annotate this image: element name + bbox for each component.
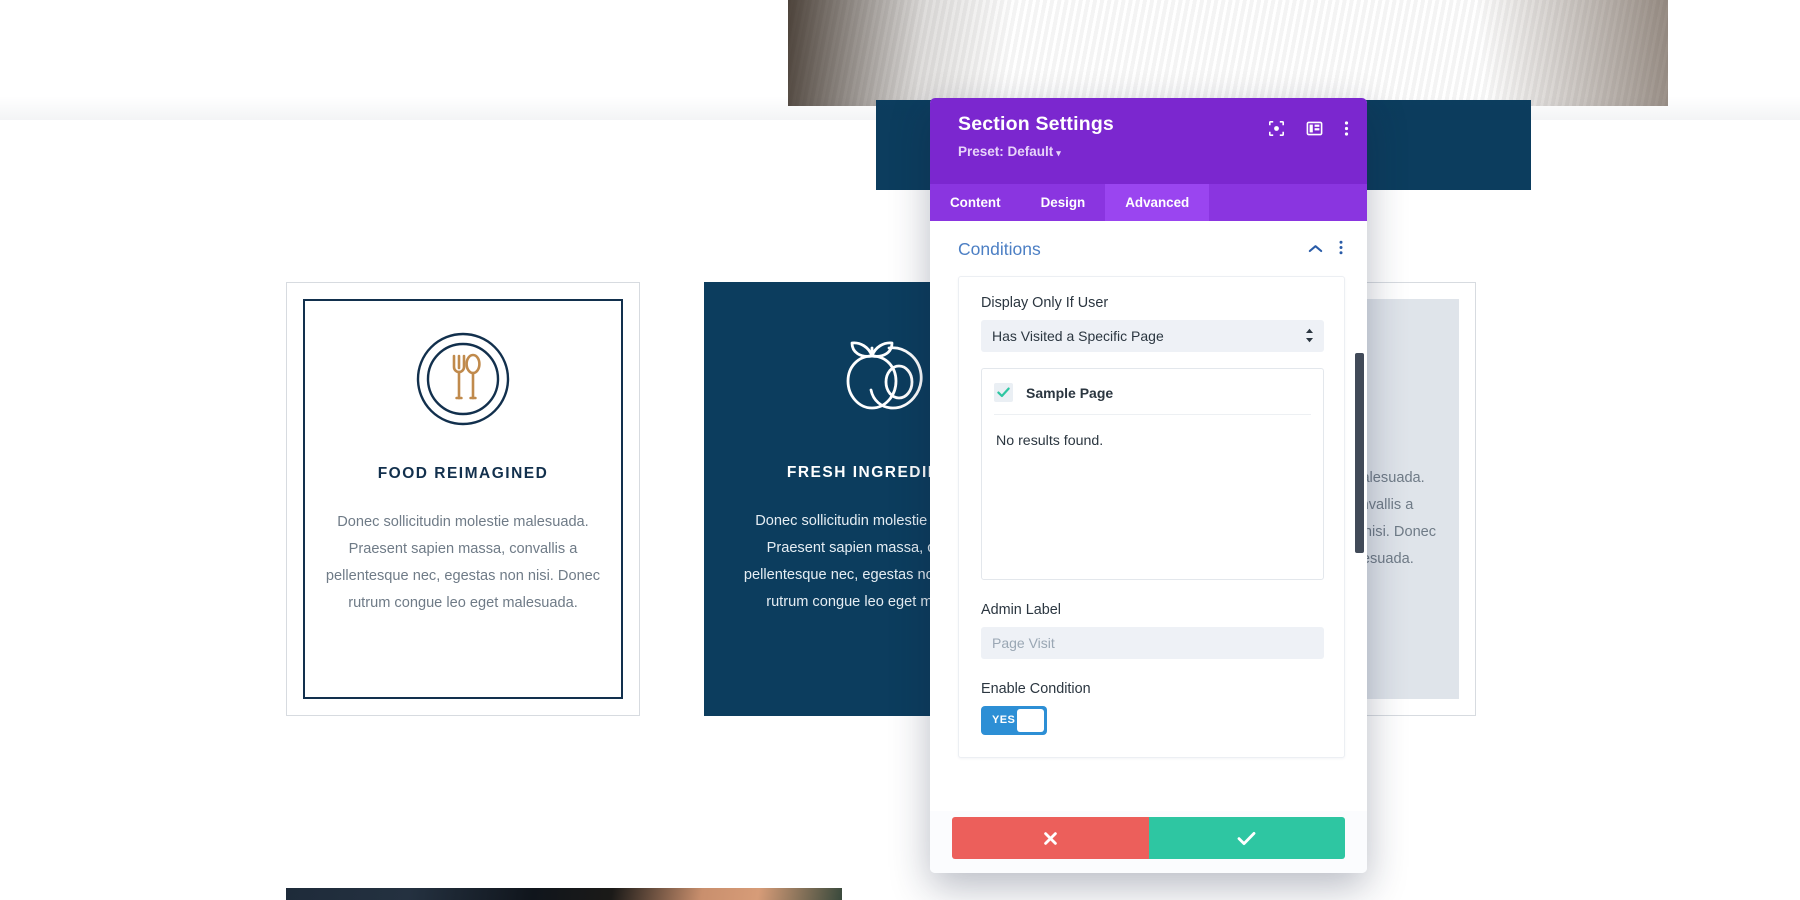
tab-design[interactable]: Design bbox=[1021, 184, 1106, 221]
select-value: Has Visited a Specific Page bbox=[992, 328, 1164, 344]
admin-label-field: Admin Label bbox=[981, 602, 1324, 659]
more-vertical-icon[interactable] bbox=[1339, 240, 1343, 260]
bottom-image bbox=[286, 888, 842, 900]
modal-scrollbar[interactable] bbox=[1355, 353, 1364, 553]
admin-label-input[interactable] bbox=[981, 627, 1324, 659]
enable-condition-toggle[interactable]: YES bbox=[981, 706, 1047, 735]
cancel-button[interactable] bbox=[952, 817, 1149, 859]
plate-fork-spoon-icon bbox=[321, 319, 605, 439]
screen: FOOD REIMAGINED Donec sollicitudin moles… bbox=[0, 0, 1800, 900]
conditions-panel: Display Only If User Has Visited a Speci… bbox=[958, 276, 1345, 758]
modal-header: Section Settings Preset: Default ▾ bbox=[930, 98, 1367, 184]
page-select-list[interactable]: Sample Page No results found. bbox=[981, 368, 1324, 580]
focus-target-icon[interactable] bbox=[1268, 120, 1285, 137]
no-results-text: No results found. bbox=[996, 433, 1104, 449]
checkbox-checked[interactable] bbox=[994, 383, 1013, 402]
chevron-down-icon: ▾ bbox=[1056, 148, 1061, 158]
save-button[interactable] bbox=[1148, 817, 1345, 859]
section-title: Conditions bbox=[958, 239, 1041, 259]
list-item[interactable]: Sample Page bbox=[994, 379, 1311, 415]
admin-label-label: Admin Label bbox=[981, 602, 1061, 618]
modal-tabs: Content Design Advanced bbox=[930, 184, 1367, 221]
card-title: FOOD REIMAGINED bbox=[377, 465, 549, 482]
card-text: Donec sollicitudin molestie malesuada. P… bbox=[325, 514, 601, 611]
display-only-if-user-field: Display Only If User Has Visited a Speci… bbox=[981, 295, 1324, 352]
toggle-knob bbox=[1017, 709, 1044, 732]
feature-cards-row: FOOD REIMAGINED Donec sollicitudin moles… bbox=[0, 282, 1800, 776]
enable-condition-label: Enable Condition bbox=[981, 681, 1091, 697]
feature-card-food-reimagined: FOOD REIMAGINED Donec sollicitudin moles… bbox=[286, 282, 640, 716]
modal-scroll-area: Conditions Display Only If User Has Visi… bbox=[930, 221, 1367, 811]
select-arrows-icon bbox=[1305, 328, 1314, 344]
list-item-label: Sample Page bbox=[1026, 384, 1114, 401]
display-only-if-user-label: Display Only If User bbox=[981, 295, 1109, 311]
layout-panel-icon[interactable] bbox=[1306, 120, 1323, 137]
toggle-state-label: YES bbox=[992, 714, 1016, 726]
preset-label: Preset: Default bbox=[958, 144, 1054, 159]
tab-advanced[interactable]: Advanced bbox=[1105, 184, 1210, 221]
preset-selector[interactable]: Preset: Default ▾ bbox=[958, 144, 1345, 159]
modal-header-icons bbox=[1268, 120, 1349, 137]
check-icon bbox=[1237, 831, 1256, 846]
display-only-if-user-select[interactable]: Has Visited a Specific Page bbox=[981, 320, 1324, 352]
hero-image bbox=[788, 0, 1668, 106]
enable-condition-field: Enable Condition YES bbox=[981, 681, 1324, 735]
close-x-icon bbox=[1043, 831, 1058, 846]
chevron-up-icon[interactable] bbox=[1308, 241, 1323, 259]
more-vertical-icon[interactable] bbox=[1344, 120, 1349, 137]
modal-footer bbox=[930, 811, 1367, 873]
section-settings-modal: Section Settings Preset: Default ▾ Conte… bbox=[930, 98, 1367, 873]
tab-content[interactable]: Content bbox=[930, 184, 1021, 221]
conditions-section-header[interactable]: Conditions bbox=[930, 221, 1367, 270]
